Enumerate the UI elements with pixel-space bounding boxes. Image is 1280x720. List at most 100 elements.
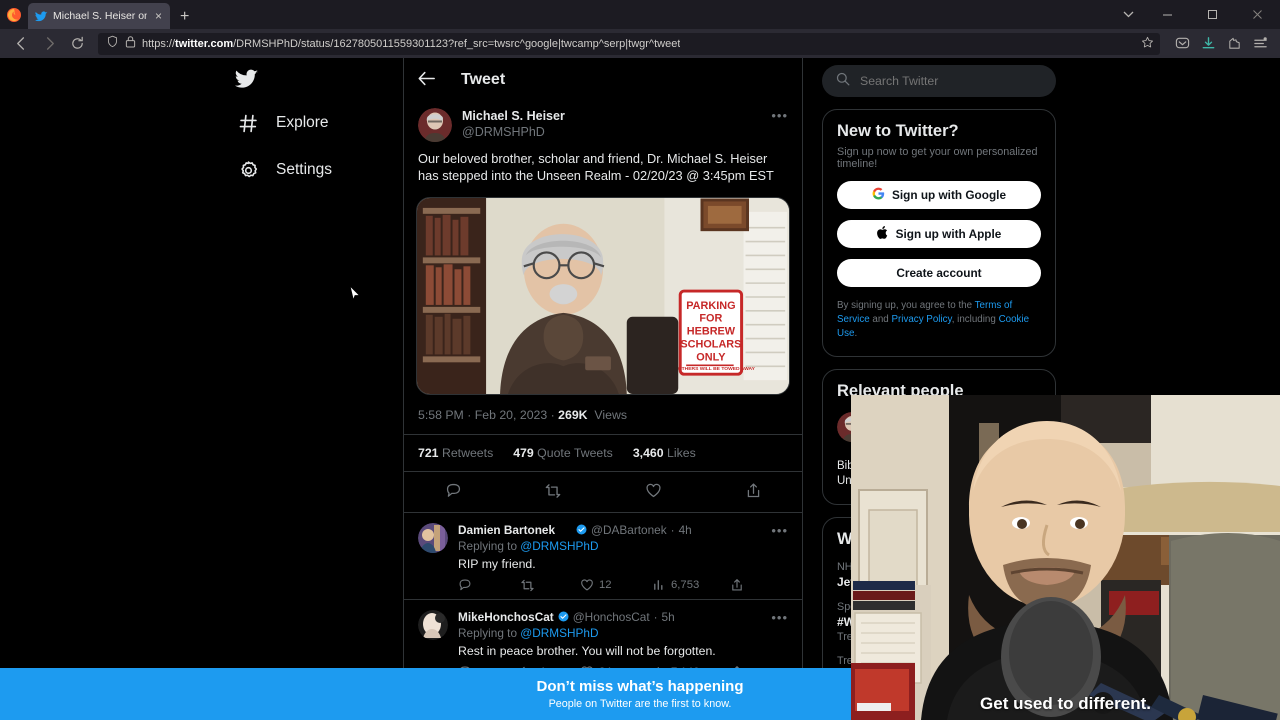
reply-item[interactable]: Damien Bartonek @DABartonek · 4h Replyin… (404, 511, 802, 599)
tab-title: Michael S. Heiser on Twitter: "O (53, 10, 147, 22)
avatar[interactable] (418, 609, 448, 640)
reply-time: 4h (678, 522, 692, 537)
signup-legal-text: By signing up, you agree to the Terms of… (837, 299, 1041, 342)
reload-icon[interactable] (64, 32, 90, 56)
twitter-bird-logo-icon[interactable] (228, 62, 268, 96)
back-arrow-icon[interactable] (418, 71, 435, 89)
replying-to: Replying to @DRMSHPhD (458, 539, 788, 553)
signup-apple-button[interactable]: Sign up with Apple (837, 220, 1041, 248)
reply-time: 5h (661, 609, 675, 624)
avatar[interactable] (418, 108, 452, 142)
stat-retweets-label: Retweets (441, 445, 494, 460)
create-account-label: Create account (896, 266, 982, 280)
avatar[interactable] (418, 522, 448, 553)
signup-subtitle: Sign up now to get your own personalized… (837, 146, 1038, 170)
tweet-time: 5:58 PM (418, 407, 464, 422)
tweet-author-names: Michael S. Heiser @DRMSHPhD (462, 108, 565, 142)
reply-text: Rest in peace brother. You will not be f… (458, 643, 716, 658)
replying-to: Replying to @DRMSHPhD (458, 626, 788, 640)
back-icon[interactable] (8, 32, 34, 56)
reply-time-sep: · (653, 609, 658, 624)
views-word: Views (594, 407, 627, 422)
reply-action-reply[interactable] (458, 578, 520, 592)
tweet-text: Our beloved brother, scholar and friend,… (418, 151, 774, 184)
meta-sep-1: · (467, 407, 475, 422)
stat-retweets-count: 721 (418, 445, 439, 460)
download-icon[interactable] (1196, 32, 1220, 56)
signup-google-button[interactable]: Sign up with Google (837, 181, 1041, 209)
banner-title: Don’t miss what’s happening (536, 678, 744, 695)
signup-title: New to Twitter? (837, 122, 959, 140)
signup-apple-label: Sign up with Apple (895, 227, 1002, 241)
stat-quotes[interactable]: 479 Quote Tweets (513, 446, 613, 460)
ukraine-flag-icon (559, 525, 572, 534)
reply-action-like[interactable]: 12 (580, 578, 652, 592)
search-box[interactable] (822, 65, 1056, 97)
reply-time-sep: · (670, 522, 675, 537)
reply-author-handle[interactable]: @HonchosCat (573, 610, 650, 624)
share-icon[interactable] (742, 480, 764, 502)
search-input[interactable] (860, 74, 1042, 88)
retweet-icon[interactable] (542, 480, 564, 502)
stat-likes[interactable]: 3,460 Likes (633, 446, 696, 460)
tab-list-chevron-down-icon[interactable] (1111, 0, 1145, 29)
shield-icon[interactable] (106, 35, 119, 53)
svg-text:PARKING: PARKING (686, 299, 735, 311)
stat-quotes-count: 479 (513, 445, 534, 460)
banner-subtitle: People on Twitter are the first to know. (548, 698, 732, 710)
firefox-logo-icon (0, 0, 28, 29)
reply-icon[interactable] (442, 480, 464, 502)
verified-badge-icon (576, 524, 587, 535)
verified-badge-icon (558, 611, 569, 622)
tweet-action-bar (404, 472, 802, 512)
legal-part-4: . (854, 328, 858, 340)
hashtag-icon (236, 111, 260, 135)
sidebar-item-explore[interactable]: Explore (228, 103, 393, 143)
extensions-icon[interactable] (1222, 32, 1246, 56)
tweet-author-handle[interactable]: @DRMSHPhD (462, 125, 565, 141)
reply-author-handle[interactable]: @DABartonek (591, 523, 667, 537)
mouse-cursor (349, 285, 361, 308)
tweet-column: Tweet Michael S. Heiser @DRMSHPhD ••• Ou… (403, 58, 803, 720)
reply-more-options-icon[interactable]: ••• (771, 610, 788, 625)
webcam-shirt-text: Get used to different. (980, 694, 1151, 713)
bookmark-star-icon[interactable] (1141, 36, 1154, 52)
new-tab-button[interactable]: + (180, 9, 189, 25)
tweet-author-name[interactable]: Michael S. Heiser (462, 109, 565, 125)
tweet-image[interactable]: PARKING FOR HEBREW SCHOLARS ONLY ALL OTH… (416, 196, 790, 395)
address-bar[interactable]: https://twitter.com/DRMSHPhD/status/1627… (98, 32, 1160, 55)
legal-part-2: and (869, 314, 892, 326)
browser-window: Michael S. Heiser on Twitter: "O × + (0, 0, 1280, 720)
reply-action-retweet[interactable] (520, 578, 580, 593)
window-close-button[interactable] (1235, 0, 1280, 29)
sidebar-item-settings[interactable]: Settings (228, 150, 393, 190)
forward-icon[interactable] (36, 32, 62, 56)
reply-more-options-icon[interactable]: ••• (771, 523, 788, 538)
reply-author-name[interactable]: MikeHonchosCat (458, 610, 554, 624)
replying-handle[interactable]: @DRMSHPhD (520, 626, 598, 640)
reply-action-views[interactable]: 6,753 (652, 578, 730, 592)
window-maximize-button[interactable] (1190, 0, 1235, 29)
privacy-policy-link[interactable]: Privacy Policy (891, 314, 951, 325)
reply-identity: Damien Bartonek @DABartonek · 4h (458, 523, 788, 537)
tab-close-icon[interactable]: × (152, 10, 165, 22)
app-menu-icon[interactable] (1248, 32, 1272, 56)
replying-handle[interactable]: @DRMSHPhD (520, 539, 598, 553)
browser-tab[interactable]: Michael S. Heiser on Twitter: "O × (28, 3, 170, 29)
tweet-more-options-icon[interactable]: ••• (771, 108, 788, 123)
create-account-button[interactable]: Create account (837, 259, 1041, 287)
padlock-icon[interactable] (125, 35, 136, 53)
stat-likes-count: 3,460 (632, 445, 664, 460)
pocket-icon[interactable] (1170, 32, 1194, 56)
like-icon[interactable] (642, 480, 664, 502)
reply-author-name[interactable]: Damien Bartonek (458, 523, 555, 537)
signup-card: New to Twitter? Sign up now to get your … (822, 109, 1056, 357)
svg-text:ALL OTHERS WILL BE TOWED AWAY: ALL OTHERS WILL BE TOWED AWAY (667, 366, 756, 372)
browser-nav-bar: https://twitter.com/DRMSHPhD/status/1627… (0, 29, 1280, 58)
stat-retweets[interactable]: 721 Retweets (418, 446, 493, 460)
google-icon (872, 187, 885, 203)
window-minimize-button[interactable] (1145, 0, 1190, 29)
column-header: Tweet (404, 64, 802, 96)
reply-action-share[interactable] (730, 578, 744, 592)
stat-likes-label: Likes (667, 445, 696, 460)
